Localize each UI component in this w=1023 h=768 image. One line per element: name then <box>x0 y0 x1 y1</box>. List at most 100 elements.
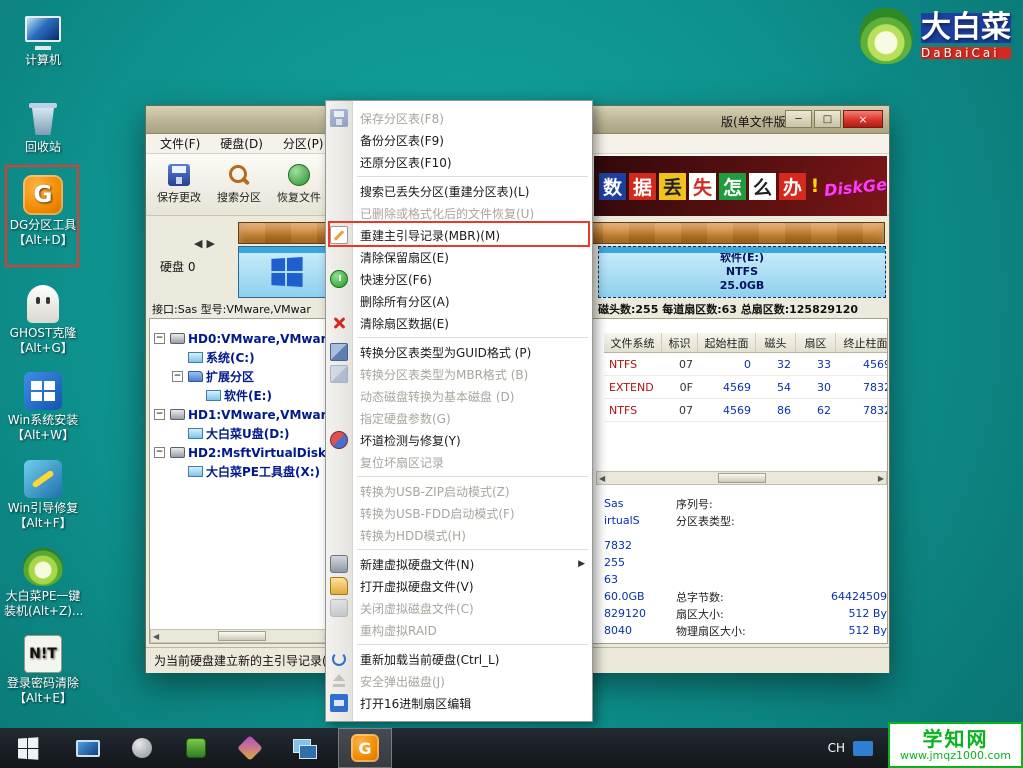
scroll-left-arrow[interactable]: ◀ <box>153 632 159 641</box>
language-indicator[interactable]: CH <box>828 741 845 755</box>
table-cell[interactable]: 7832 <box>836 376 887 399</box>
menu-item-delete-all-partitions[interactable]: 删除所有分区(A) <box>326 290 592 312</box>
save-icon <box>168 164 190 186</box>
collapse-toggle-icon[interactable]: − <box>154 333 165 344</box>
keyboard-icon[interactable] <box>853 740 873 756</box>
menu-item-hex-sector-editor[interactable]: 打开16进制扇区编辑 <box>326 692 592 714</box>
partition-box-system[interactable] <box>238 246 334 298</box>
ghost-icon <box>27 285 59 323</box>
menu-item-rebuild-mbr[interactable]: 重建主引导记录(MBR)(M) <box>326 224 592 246</box>
desktop-icon-password-clear[interactable]: N!T 登录密码清除 【Alt+E】 <box>4 631 82 706</box>
menu-item-new-virtual-disk[interactable]: 新建虚拟硬盘文件(N) ▶ <box>326 553 592 575</box>
red-x-icon <box>330 314 348 332</box>
computer-icon <box>23 16 63 50</box>
table-cell[interactable]: 62 <box>796 399 836 422</box>
taskbar-app-utility[interactable] <box>230 728 270 768</box>
desktop-icon-dg-partition-tool[interactable]: G DG分区工具 【Alt+D】 <box>4 173 82 248</box>
prev-disk-arrow[interactable]: ◀ <box>194 237 202 250</box>
menu-file[interactable]: 文件(F) <box>150 133 210 154</box>
collapse-toggle-icon[interactable]: − <box>154 409 165 420</box>
table-cell[interactable]: 07 <box>662 399 698 422</box>
maximize-button[interactable]: □ <box>814 110 841 128</box>
table-cell[interactable]: NTFS <box>604 399 662 422</box>
hex-editor-icon <box>330 694 348 712</box>
menu-item-convert-to-guid[interactable]: 转换分区表类型为GUID格式 (P) <box>326 341 592 363</box>
recover-icon <box>288 164 310 186</box>
minimize-button[interactable]: ─ <box>785 110 812 128</box>
taskbar-app-diskgenius-active[interactable]: G <box>338 728 392 768</box>
tree-item-hd1[interactable]: − HD1:VMware,VMwareVi <box>150 405 334 424</box>
table-cell[interactable]: 07 <box>662 353 698 376</box>
table-cell[interactable]: 0 <box>698 353 756 376</box>
menu-item-search-lost-partitions[interactable]: 搜索已丢失分区(重建分区表)(L) <box>326 180 592 202</box>
table-cell[interactable]: 30 <box>796 376 836 399</box>
logo-subtitle: DaBaiCai <box>921 47 1011 59</box>
recover-files-button[interactable]: 恢复文件 <box>270 158 328 212</box>
convert-icon <box>330 343 348 361</box>
partition-icon <box>206 390 221 401</box>
taskbar-app-tools[interactable] <box>122 728 162 768</box>
tree-horizontal-scrollbar[interactable]: ◀ ▶ <box>150 629 334 643</box>
tree-item-software-e[interactable]: 软件(E:) <box>150 386 334 405</box>
table-cell[interactable]: 32 <box>756 353 796 376</box>
partition-box-software-e[interactable]: 软件(E:) NTFS 25.0GB <box>598 246 886 298</box>
table-cell[interactable]: 4569 <box>698 399 756 422</box>
menu-item-clear-reserved-sectors[interactable]: 清除保留扇区(E) <box>326 246 592 268</box>
menu-item-restore-partition-table[interactable]: 还原分区表(F10) <box>326 151 592 173</box>
desktop-icon-win-boot-repair[interactable]: Win引导修复 【Alt+F】 <box>4 456 82 531</box>
collapse-toggle-icon[interactable]: − <box>154 447 165 458</box>
close-button[interactable]: × <box>843 110 883 128</box>
next-disk-arrow[interactable]: ▶ <box>206 237 214 250</box>
dabaicai-logo: 大白菜 DaBaiCai <box>859 8 1011 64</box>
table-horizontal-scrollbar[interactable]: ◀ ▶ <box>596 471 887 485</box>
tree-item-system-c[interactable]: 系统(C:) <box>150 348 334 367</box>
taskbar-app-computer[interactable] <box>68 728 108 768</box>
save-changes-button[interactable]: 保存更改 <box>150 158 208 212</box>
table-cell[interactable]: 86 <box>756 399 796 422</box>
partition-icon <box>188 466 203 477</box>
collapse-toggle-icon[interactable]: − <box>172 371 183 382</box>
password-clear-icon: N!T <box>24 635 62 673</box>
desktop-icon-recycle-bin[interactable]: 回收站 <box>4 95 82 155</box>
table-cell[interactable]: 7832 <box>836 399 887 422</box>
menu-item-backup-partition-table[interactable]: 备份分区表(F9) <box>326 129 592 151</box>
tree-item-pe-tools-x[interactable]: 大白菜PE工具盘(X:) <box>150 462 334 481</box>
desktop-icon-computer[interactable]: 计算机 <box>4 8 82 68</box>
tree-item-hd2[interactable]: − HD2:MsftVirtualDisk <box>150 443 334 462</box>
status-text: 为当前硬盘建立新的主引导记录(M <box>154 654 338 668</box>
scroll-left-arrow[interactable]: ◀ <box>599 474 605 483</box>
taskbar-app-hardware[interactable] <box>176 728 216 768</box>
table-cell[interactable]: 4569 <box>698 376 756 399</box>
tree-item-extended-partition[interactable]: − 扩展分区 <box>150 367 334 386</box>
menu-item-quick-partition[interactable]: 快速分区(F6) <box>326 268 592 290</box>
table-cell[interactable]: 54 <box>756 376 796 399</box>
table-cell[interactable]: 33 <box>796 353 836 376</box>
taskbar-app-windows[interactable] <box>284 728 324 768</box>
menu-item-bad-track-check-repair[interactable]: 坏道检测与修复(Y) <box>326 429 592 451</box>
scroll-thumb[interactable] <box>717 473 766 483</box>
tree-item-hd0[interactable]: − HD0:VMware,VMwareVi <box>150 329 334 348</box>
table-cell[interactable]: EXTEND <box>604 376 662 399</box>
desktop-icon-win-install[interactable]: Win系统安装 【Alt+W】 <box>4 368 82 443</box>
watermark-title: 学知网 <box>922 726 989 751</box>
logo-title: 大白菜 <box>921 10 1011 45</box>
table-cell[interactable]: NTFS <box>604 353 662 376</box>
search-partition-button[interactable]: 搜索分区 <box>210 158 268 212</box>
table-cell[interactable]: 4569 <box>836 353 887 376</box>
menu-item-close-virtual-disk: 关闭虚拟磁盘文件(C) <box>326 597 592 619</box>
menu-item-reload-current-disk[interactable]: 重新加载当前硬盘(Ctrl_L) <box>326 648 592 670</box>
scroll-thumb[interactable] <box>218 631 266 641</box>
menu-item-open-virtual-disk[interactable]: 打开虚拟硬盘文件(V) <box>326 575 592 597</box>
menu-item-clear-sector-data[interactable]: 清除扇区数据(E) <box>326 312 592 334</box>
tree-item-dabaicai-usb-d[interactable]: 大白菜U盘(D:) <box>150 424 334 443</box>
desktop-icon-ghost-clone[interactable]: GHOST克隆 【Alt+G】 <box>4 281 82 356</box>
desktop-icon-dabaicai-pe[interactable]: 大白菜PE一键 装机(Alt+Z)... <box>4 544 83 619</box>
disk-icon <box>170 447 185 458</box>
scroll-right-arrow[interactable]: ▶ <box>878 474 884 483</box>
disk-nav: ◀ ▶ <box>194 237 215 250</box>
menu-disk[interactable]: 硬盘(D) <box>210 133 273 154</box>
start-button[interactable] <box>0 728 54 768</box>
table-cell[interactable]: 0F <box>662 376 698 399</box>
chip-icon <box>186 738 206 758</box>
menu-item-hdd-mode: 转换为HDD模式(H) <box>360 528 466 543</box>
